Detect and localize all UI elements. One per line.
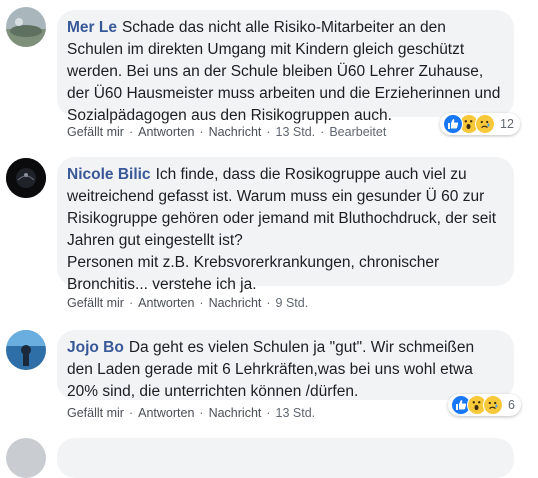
reactions-summary[interactable]: 12 — [440, 113, 520, 135]
edited-label[interactable]: Bearbeitet — [329, 125, 386, 139]
comment-actions: Gefällt mir · Antworten · Nachricht · 13 Std. ·… — [67, 125, 386, 139]
timestamp[interactable]: 13 Std. — [276, 406, 316, 420]
comment-bubble: Jojo Bo Da geht es vielen Schulen ja "gut… — [57, 330, 514, 400]
comment-text: Ich finde, dass die Rosikogruppe auch vi… — [67, 166, 497, 293]
separator: · — [320, 125, 325, 139]
message-link[interactable]: Nachricht — [209, 406, 262, 420]
separator: · — [199, 125, 204, 139]
next-comment-partial — [0, 436, 538, 478]
like-icon — [443, 114, 463, 134]
avatar[interactable] — [6, 158, 46, 198]
avatar[interactable] — [6, 330, 46, 370]
separator: · — [266, 125, 271, 139]
like-link[interactable]: Gefällt mir — [67, 406, 124, 420]
comment-author[interactable]: Jojo Bo — [67, 339, 124, 356]
separator: · — [266, 406, 271, 420]
sad-icon — [475, 114, 495, 134]
timestamp[interactable]: 13 Std. — [276, 125, 316, 139]
separator: · — [128, 125, 134, 139]
message-link[interactable]: Nachricht — [209, 125, 262, 139]
separator: · — [128, 406, 134, 420]
reactions-summary[interactable]: 6 — [448, 394, 521, 416]
comment-bubble: Mer Le Schade das nicht alle Risiko-Mitar… — [57, 10, 514, 124]
comment-text: Da geht es vielen Schulen ja "gut". Wir … — [67, 339, 475, 400]
comment-author[interactable]: Mer Le — [67, 19, 117, 36]
reply-link[interactable]: Antworten — [138, 406, 194, 420]
comment-actions: Gefällt mir · Antworten · Nachricht · 9 Std. — [67, 296, 308, 310]
message-link[interactable]: Nachricht — [209, 296, 262, 310]
timestamp[interactable]: 9 Std. — [276, 296, 309, 310]
avatar[interactable] — [6, 7, 46, 47]
separator: · — [199, 296, 204, 310]
reaction-count: 6 — [508, 398, 515, 412]
separator: · — [266, 296, 271, 310]
reply-link[interactable]: Antworten — [138, 296, 194, 310]
separator: · — [128, 296, 134, 310]
like-link[interactable]: Gefällt mir — [67, 125, 124, 139]
comment-actions: Gefällt mir · Antworten · Nachricht · 13 Std. — [67, 406, 315, 420]
sad-icon — [483, 395, 503, 415]
avatar[interactable] — [6, 438, 46, 478]
comment-bubble — [57, 438, 514, 478]
reaction-count: 12 — [500, 117, 514, 131]
separator: · — [199, 406, 204, 420]
like-link[interactable]: Gefällt mir — [67, 296, 124, 310]
comment-text: Schade das nicht alle Risiko-Mitarbeiter… — [67, 19, 501, 124]
comment-bubble: Nicole Bilic Ich finde, dass die Rosikogr… — [57, 157, 514, 293]
comment-author[interactable]: Nicole Bilic — [67, 166, 151, 183]
reply-link[interactable]: Antworten — [138, 125, 194, 139]
